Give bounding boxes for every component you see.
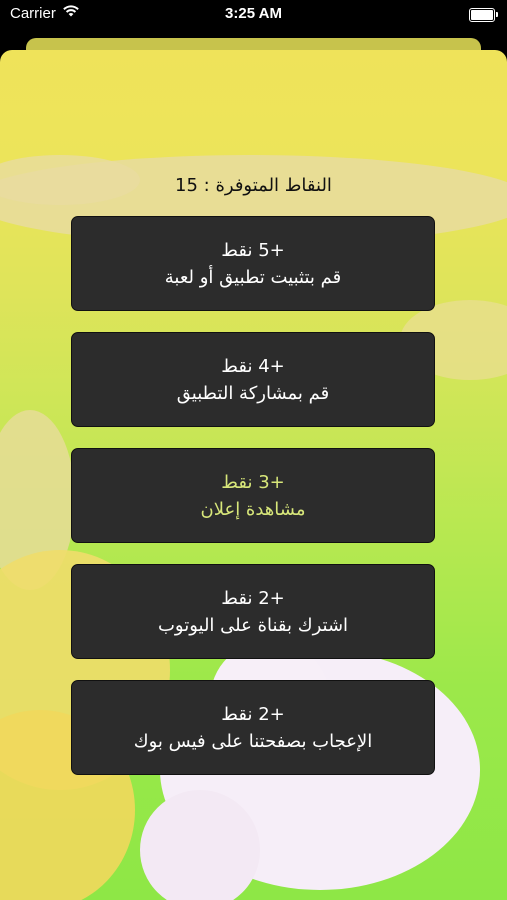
- option-install-app-button[interactable]: +5 نقط قم بتثبيت تطبيق أو لعبة: [71, 216, 435, 311]
- status-bar: Carrier 3:25 AM: [0, 0, 507, 30]
- option-points: +5 نقط: [221, 239, 285, 261]
- option-points: +2 نقط: [221, 587, 285, 609]
- option-points: +4 نقط: [221, 355, 285, 377]
- option-text: قم بمشاركة التطبيق: [176, 382, 330, 404]
- option-share-app-button[interactable]: +4 نقط قم بمشاركة التطبيق: [71, 332, 435, 427]
- option-like-facebook-button[interactable]: +2 نقط الإعجاب بصفحتنا على فيس بوك: [71, 680, 435, 775]
- option-text: الإعجاب بصفحتنا على فيس بوك: [133, 730, 373, 752]
- option-text: اشترك بقناة على اليوتوب: [157, 614, 349, 636]
- battery-icon: [469, 8, 498, 22]
- points-sheet: النقاط المتوفرة : 15 +5 نقط قم بتثبيت تط…: [0, 50, 507, 900]
- option-points: +2 نقط: [221, 703, 285, 725]
- option-watch-ad-button[interactable]: +3 نقط مشاهدة إعلان: [71, 448, 435, 543]
- option-points: +3 نقط: [221, 471, 285, 493]
- option-text: مشاهدة إعلان: [200, 498, 306, 520]
- option-subscribe-youtube-button[interactable]: +2 نقط اشترك بقناة على اليوتوب: [71, 564, 435, 659]
- available-points-label: النقاط المتوفرة : 15: [175, 175, 332, 196]
- clock: 3:25 AM: [225, 5, 282, 22]
- option-text: قم بتثبيت تطبيق أو لعبة: [164, 266, 342, 288]
